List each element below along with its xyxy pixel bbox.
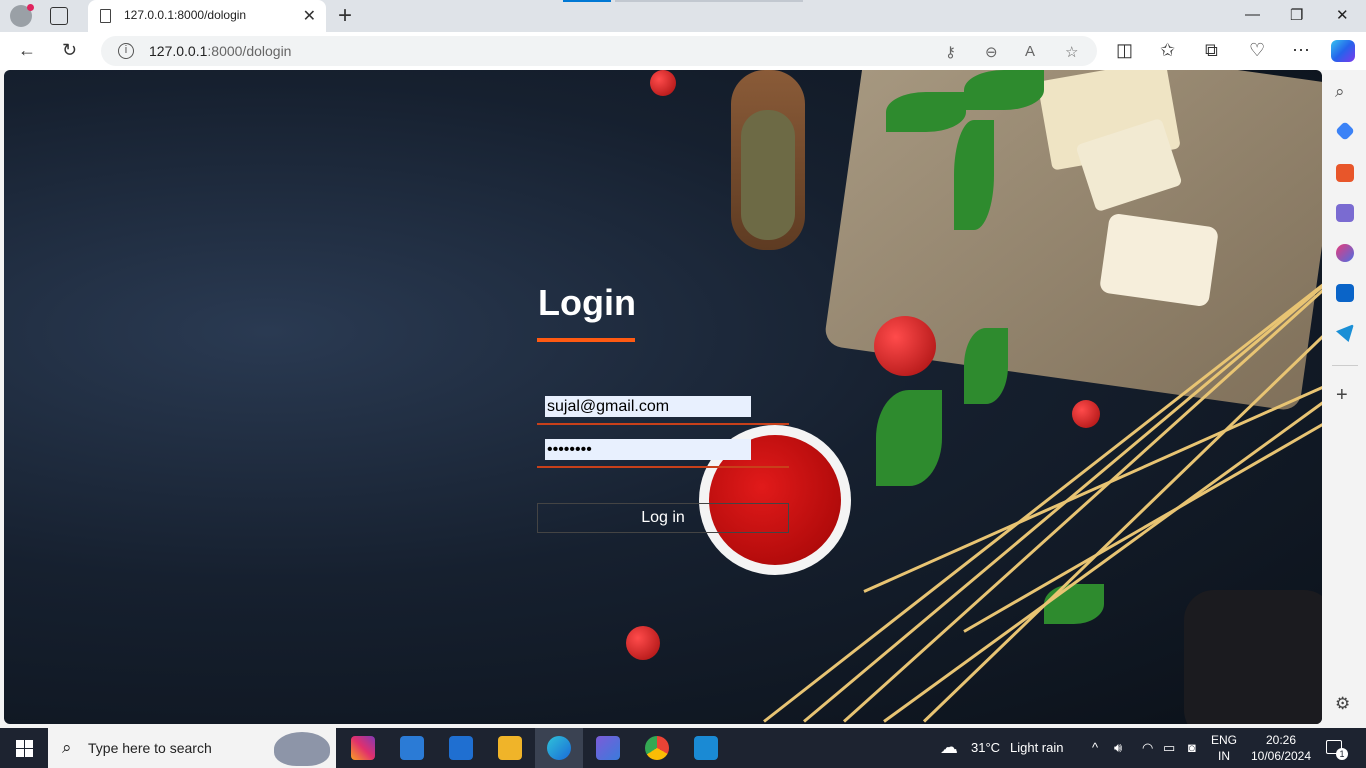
clock-time: 20:26 bbox=[1265, 733, 1297, 747]
tab-active[interactable]: 127.0.0.1:8000/dologin ✕ bbox=[88, 0, 326, 32]
copilot-app-icon[interactable] bbox=[596, 736, 620, 760]
new-tab-button[interactable]: + bbox=[338, 2, 352, 30]
sidebar-divider bbox=[1332, 365, 1358, 366]
browser-toolbar: ← ↻ i 127.0.0.1:8000/dologin ⚷ ⊖ A ☆ ◫ ✩… bbox=[0, 32, 1366, 70]
weather-icon[interactable]: ☁ bbox=[940, 737, 958, 758]
address-bar[interactable]: i 127.0.0.1:8000/dologin ⚷ ⊖ A ☆ bbox=[101, 36, 1097, 66]
basil-leaf bbox=[964, 70, 1044, 110]
cherry-tomato bbox=[874, 316, 936, 376]
wifi-icon[interactable]: ◠ bbox=[1142, 740, 1153, 756]
search-glass-icon: ⌕ bbox=[62, 738, 72, 757]
basil-leaf bbox=[954, 120, 994, 230]
key-icon[interactable]: ⚷ bbox=[945, 43, 956, 61]
minimize-button[interactable]: — bbox=[1245, 6, 1260, 23]
clock-date: 10/06/2024 bbox=[1250, 749, 1312, 763]
windows-start-icon[interactable] bbox=[16, 740, 33, 757]
cherry-tomato bbox=[650, 70, 676, 96]
close-tab-icon[interactable]: ✕ bbox=[303, 6, 316, 26]
taskbar: ⌕ Type here to search ☁ 31°C Light rain … bbox=[0, 728, 1366, 768]
title-underline bbox=[537, 338, 635, 342]
browser-essentials-icon[interactable]: ♡ bbox=[1249, 40, 1265, 61]
chrome-icon[interactable] bbox=[645, 736, 669, 760]
microsoft-store-icon[interactable] bbox=[400, 736, 424, 760]
email-field[interactable] bbox=[545, 396, 751, 417]
read-aloud-icon[interactable]: A bbox=[1025, 43, 1035, 60]
cherry-tomato bbox=[626, 626, 660, 660]
page-favicon-icon bbox=[100, 9, 111, 23]
copilot-icon[interactable] bbox=[1331, 40, 1355, 62]
basil-leaf bbox=[886, 92, 966, 132]
mail-icon[interactable] bbox=[449, 736, 473, 760]
settings-icon[interactable]: ⚙ bbox=[1335, 694, 1350, 714]
email-underline bbox=[537, 423, 789, 425]
basil-leaf bbox=[964, 328, 1008, 404]
add-icon[interactable]: + bbox=[1336, 384, 1348, 407]
send-icon[interactable] bbox=[1336, 324, 1354, 342]
outlook-icon[interactable] bbox=[1336, 284, 1354, 302]
favorites-icon[interactable]: ✩ bbox=[1160, 40, 1175, 61]
tab-title: 127.0.0.1:8000/dologin bbox=[124, 8, 247, 22]
herbs-in-scoop bbox=[741, 110, 795, 240]
games-icon[interactable] bbox=[1336, 204, 1354, 222]
clock[interactable]: 20:26 10/06/2024 bbox=[1246, 732, 1316, 764]
collections-icon[interactable]: ⧉ bbox=[1205, 40, 1218, 61]
favorite-star-icon[interactable]: ☆ bbox=[1065, 43, 1078, 61]
battery-icon[interactable]: ▭ bbox=[1163, 740, 1175, 756]
profile-notification-dot bbox=[27, 4, 34, 11]
cherry-tomato bbox=[1072, 400, 1100, 428]
site-info-icon[interactable]: i bbox=[118, 43, 134, 59]
cast-iron-pan bbox=[1184, 590, 1322, 724]
password-field[interactable] bbox=[545, 439, 751, 460]
instagram-icon[interactable] bbox=[351, 736, 375, 760]
edge-sidebar: ⌕ + ⚙ bbox=[1324, 70, 1366, 724]
meet-now-icon[interactable]: ◙ bbox=[1188, 740, 1196, 755]
search-highlight-koala bbox=[274, 732, 330, 766]
loading-track bbox=[615, 0, 803, 2]
toolbox-icon[interactable] bbox=[1336, 164, 1354, 182]
loading-indicator bbox=[563, 0, 611, 2]
basil-leaf bbox=[876, 390, 942, 486]
vscode-icon[interactable] bbox=[694, 736, 718, 760]
back-icon[interactable]: ← bbox=[18, 40, 36, 61]
tab-strip: 127.0.0.1:8000/dologin ✕ + — ❐ ✕ bbox=[0, 0, 1366, 32]
refresh-icon[interactable]: ↻ bbox=[62, 40, 77, 61]
edge-icon[interactable] bbox=[547, 736, 571, 760]
notification-count: 1 bbox=[1336, 748, 1348, 760]
search-placeholder: Type here to search bbox=[88, 740, 212, 756]
zoom-out-icon[interactable]: ⊖ bbox=[985, 43, 998, 61]
restore-button[interactable]: ❐ bbox=[1290, 6, 1303, 24]
password-underline bbox=[537, 466, 789, 468]
weather-temp[interactable]: 31°C bbox=[971, 740, 1000, 755]
split-screen-icon[interactable]: ◫ bbox=[1116, 40, 1133, 61]
login-button[interactable]: Log in bbox=[537, 503, 789, 533]
more-icon[interactable]: ⋯ bbox=[1292, 40, 1310, 61]
office-icon[interactable] bbox=[1336, 244, 1354, 262]
language-indicator[interactable]: ENG IN bbox=[1208, 732, 1240, 764]
taskbar-search[interactable]: ⌕ Type here to search bbox=[48, 728, 336, 768]
cheese-crumbs bbox=[1098, 212, 1220, 308]
tab-actions-icon[interactable] bbox=[50, 7, 68, 25]
page-viewport: Login Log in bbox=[4, 70, 1322, 724]
tray-chevron-icon[interactable]: ^ bbox=[1092, 740, 1098, 755]
basil-leaf bbox=[1044, 584, 1104, 624]
file-explorer-icon[interactable] bbox=[498, 736, 522, 760]
shopping-tag-icon[interactable] bbox=[1335, 121, 1355, 141]
url-text[interactable]: 127.0.0.1:8000/dologin bbox=[149, 43, 291, 59]
weather-desc[interactable]: Light rain bbox=[1010, 740, 1063, 755]
volume-icon[interactable]: 🔊︎ bbox=[1114, 740, 1122, 756]
close-window-button[interactable]: ✕ bbox=[1336, 6, 1349, 24]
login-title: Login bbox=[538, 282, 636, 323]
search-icon[interactable]: ⌕ bbox=[1335, 82, 1345, 102]
